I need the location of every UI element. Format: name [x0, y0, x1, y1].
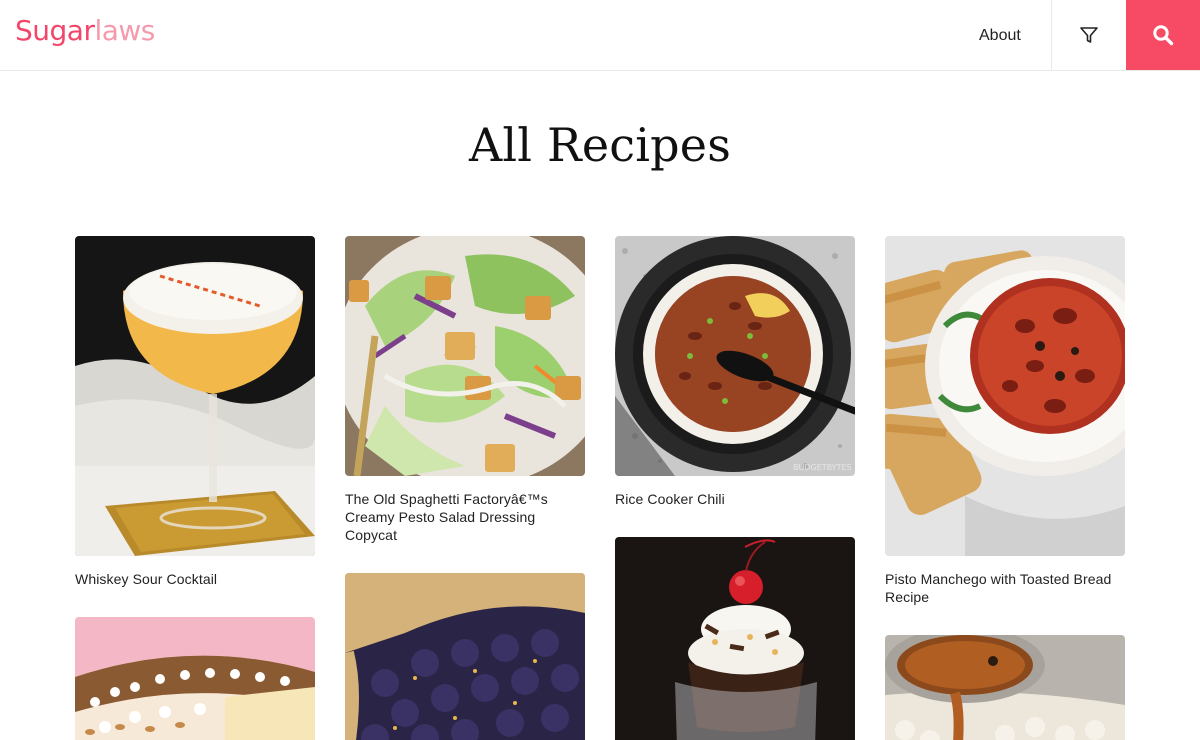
nav-about-link[interactable]: About — [979, 27, 1021, 45]
recipe-card-whiskey-sour[interactable]: Whiskey Sour Cocktail — [75, 236, 315, 588]
filter-icon — [1080, 27, 1098, 43]
recipe-image[interactable]: BUDGETBYTES — [615, 236, 855, 476]
recipe-title[interactable]: Whiskey Sour Cocktail — [75, 570, 315, 588]
logo-part-2: laws — [94, 14, 155, 47]
logo-part-1: Sugar — [15, 14, 95, 47]
recipe-title[interactable]: The Old Spaghetti Factoryâ€™s Creamy Pes… — [345, 490, 585, 544]
search-button[interactable] — [1126, 0, 1200, 70]
recipe-image[interactable] — [75, 236, 315, 556]
image-watermark: BUDGETBYTES — [793, 463, 852, 472]
recipe-card-pesto-salad[interactable]: The Old Spaghetti Factoryâ€™s Creamy Pes… — [345, 236, 585, 544]
recipe-image[interactable] — [615, 537, 855, 740]
recipe-card-cupcake[interactable] — [615, 537, 855, 740]
recipe-card-berry-galette[interactable] — [345, 573, 585, 740]
recipe-image[interactable] — [885, 635, 1125, 740]
recipe-image[interactable] — [345, 573, 585, 740]
recipe-card-pisto-manchego[interactable]: Pisto Manchego with Toasted Bread Recipe — [885, 236, 1125, 606]
recipe-card-rice-cooker-chili[interactable]: BUDGETBYTES Rice Cooker Chili — [615, 236, 855, 508]
search-icon — [1153, 25, 1174, 46]
filter-button[interactable] — [1051, 0, 1126, 70]
site-logo[interactable]: Sugarlaws — [15, 14, 155, 47]
recipe-card-caramel-dessert[interactable] — [885, 635, 1125, 740]
site-header: Sugarlaws About — [0, 0, 1200, 71]
page-title: All Recipes — [468, 118, 732, 172]
recipe-card-cake[interactable] — [75, 617, 315, 740]
recipe-image[interactable] — [885, 236, 1125, 556]
recipe-image[interactable] — [345, 236, 585, 476]
recipe-title[interactable]: Pisto Manchego with Toasted Bread Recipe — [885, 570, 1125, 606]
recipe-title[interactable]: Rice Cooker Chili — [615, 490, 855, 508]
recipe-image[interactable] — [75, 617, 315, 740]
